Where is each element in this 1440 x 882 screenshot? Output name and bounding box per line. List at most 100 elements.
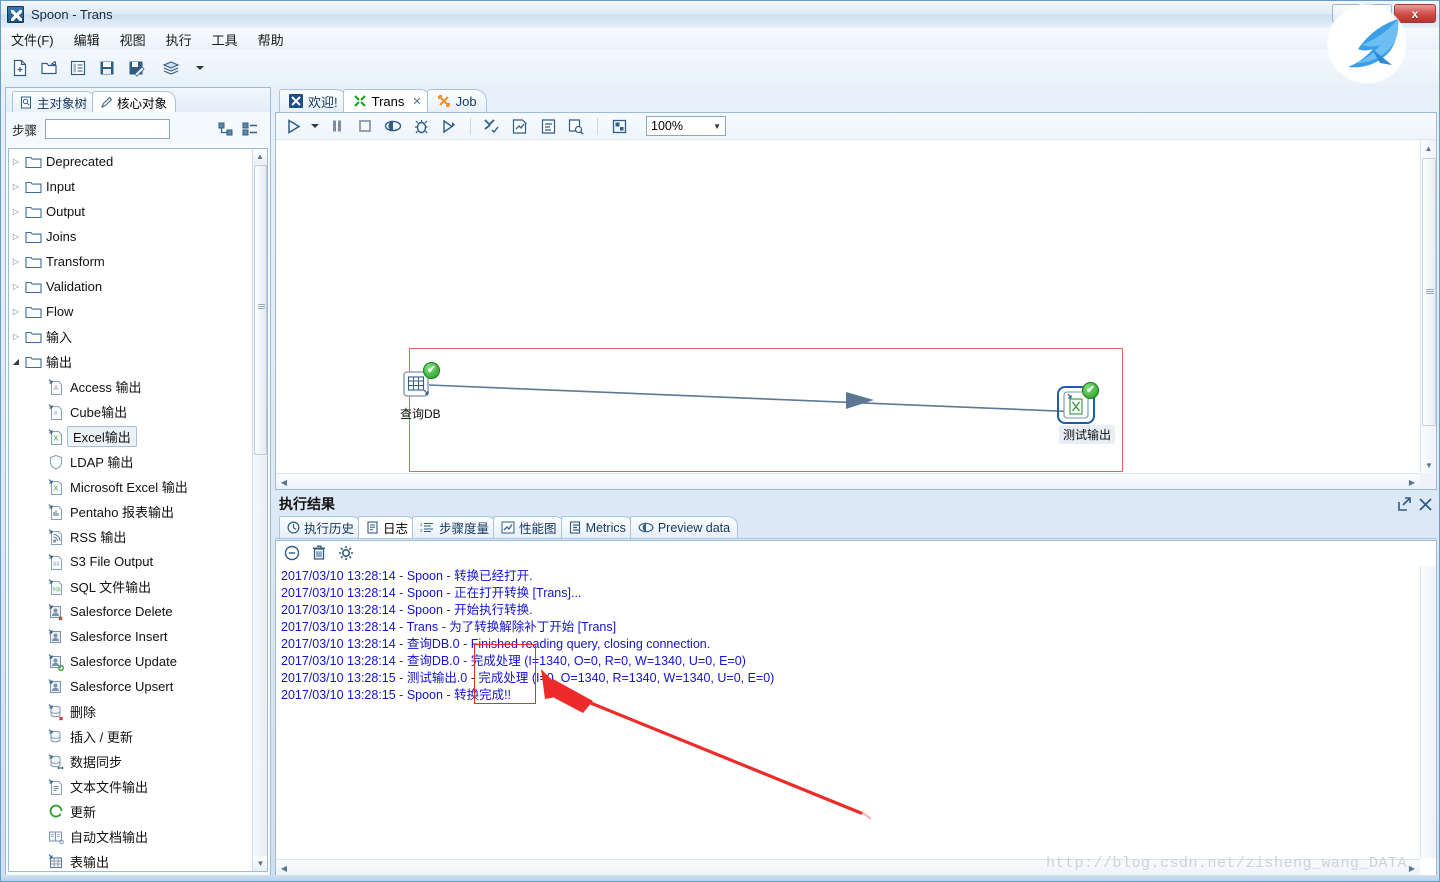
sql-button[interactable] bbox=[537, 115, 559, 137]
tree-folder-flow[interactable]: ▷ Flow bbox=[9, 299, 252, 324]
scroll-up-arrow-icon[interactable]: ▲ bbox=[253, 149, 267, 164]
tree-step-item[interactable]: Salesforce Update bbox=[9, 649, 252, 674]
explore-db-button[interactable] bbox=[565, 115, 587, 137]
tree-step-item[interactable]: 自动文档输出 bbox=[9, 824, 252, 849]
tree-step-item[interactable]: # Cube输出 bbox=[9, 399, 252, 424]
menu-run[interactable]: 执行 bbox=[166, 30, 192, 49]
tab-step-metrics[interactable]: 12 步骤度量 bbox=[412, 516, 498, 538]
tab-preview-data[interactable]: Preview data bbox=[629, 516, 739, 538]
chevron-down-icon[interactable]: ◢ bbox=[9, 357, 23, 366]
tab-execution-history[interactable]: 执行历史 bbox=[279, 516, 363, 538]
save-icon[interactable] bbox=[96, 57, 118, 79]
open-file-icon[interactable] bbox=[38, 57, 60, 79]
tree-folder-transform[interactable]: ▷ Transform bbox=[9, 249, 252, 274]
tree-step-item[interactable]: 数据同步 bbox=[9, 749, 252, 774]
chevron-right-icon[interactable]: ▷ bbox=[9, 257, 23, 266]
tree-folder-输出[interactable]: ◢ 输出 bbox=[9, 349, 252, 374]
tree-scrollbar[interactable]: ▲ ▼ bbox=[252, 149, 267, 871]
menu-edit[interactable]: 编辑 bbox=[74, 30, 100, 49]
tree-step-item[interactable]: 文本文件输出 bbox=[9, 774, 252, 799]
tree-folder-input[interactable]: ▷ Input bbox=[9, 174, 252, 199]
tree-folder-output[interactable]: ▷ Output bbox=[9, 199, 252, 224]
tree-step-item[interactable]: S3 S3 File Output bbox=[9, 549, 252, 574]
menu-view[interactable]: 视图 bbox=[120, 30, 146, 49]
scroll-left-arrow-icon[interactable]: ◀ bbox=[276, 474, 292, 490]
run-button[interactable] bbox=[282, 115, 304, 137]
tree-folder-joins[interactable]: ▷ Joins bbox=[9, 224, 252, 249]
tree-step-item[interactable]: 插入 / 更新 bbox=[9, 724, 252, 749]
tree-step-item[interactable]: SQL SQL 文件输出 bbox=[9, 574, 252, 599]
tree-step-item[interactable]: 删除 bbox=[9, 699, 252, 724]
tree-step-item[interactable]: 更新 bbox=[9, 799, 252, 824]
dropdown-arrow-icon[interactable] bbox=[189, 57, 211, 79]
tree-folder-输入[interactable]: ▷ 输入 bbox=[9, 324, 252, 349]
replay-button[interactable] bbox=[438, 115, 460, 137]
chevron-right-icon[interactable]: ▷ bbox=[9, 207, 23, 216]
maximize-panel-icon[interactable] bbox=[1397, 496, 1412, 512]
tree-scroll-thumb[interactable] bbox=[254, 165, 267, 455]
layers-icon[interactable] bbox=[160, 57, 182, 79]
menu-file[interactable]: 文件(F) bbox=[11, 30, 54, 49]
tree-step-item[interactable]: Salesforce Insert bbox=[9, 624, 252, 649]
chevron-right-icon[interactable]: ▷ bbox=[9, 332, 23, 341]
canvas-v-scroll-thumb[interactable] bbox=[1422, 158, 1436, 426]
tree-folder-validation[interactable]: ▷ Validation bbox=[9, 274, 252, 299]
scroll-down-arrow-icon[interactable]: ▼ bbox=[253, 856, 267, 871]
run-options-dropdown[interactable] bbox=[310, 121, 320, 131]
log-text-area[interactable]: 2017/03/10 13:28:14 - Spoon - 转换已经打开. 201… bbox=[277, 566, 1419, 858]
scroll-right-arrow-icon[interactable]: ▶ bbox=[1404, 474, 1420, 490]
tab-welcome[interactable]: 欢迎! bbox=[279, 89, 348, 112]
chevron-right-icon[interactable]: ▷ bbox=[9, 232, 23, 241]
expand-tree-icon[interactable] bbox=[218, 122, 234, 137]
impact-button[interactable] bbox=[509, 115, 531, 137]
tab-metrics[interactable]: Metrics bbox=[560, 516, 634, 538]
tree-step-item[interactable]: Salesforce Delete bbox=[9, 599, 252, 624]
tree-step-item[interactable]: 表输出 bbox=[9, 849, 252, 871]
new-file-icon[interactable] bbox=[9, 57, 31, 79]
tree-step-item[interactable]: Pentaho 报表输出 bbox=[9, 499, 252, 524]
pause-button[interactable] bbox=[326, 115, 348, 137]
tree-step-item[interactable]: X Microsoft Excel 输出 bbox=[9, 474, 252, 499]
tab-performance-graph[interactable]: 性能图 bbox=[493, 516, 565, 538]
tree-step-item[interactable]: A Access 输出 bbox=[9, 374, 252, 399]
zoom-level-select[interactable]: 100% ▼ bbox=[646, 116, 726, 136]
canvas-horizontal-scrollbar[interactable]: ◀ ▶ bbox=[276, 473, 1420, 489]
tree-step-item[interactable]: LDAP 输出 bbox=[9, 449, 252, 474]
collapse-tree-icon[interactable] bbox=[242, 122, 258, 137]
scroll-down-arrow-icon[interactable]: ▼ bbox=[1421, 457, 1437, 473]
explorer-icon[interactable] bbox=[67, 57, 89, 79]
step-test-output[interactable]: ✔ 测试输出 bbox=[1057, 382, 1116, 444]
debug-button[interactable] bbox=[410, 115, 432, 137]
arrange-button[interactable] bbox=[608, 115, 630, 137]
tree-step-item[interactable]: X Excel输出 bbox=[9, 424, 252, 449]
log-vertical-scrollbar[interactable] bbox=[1420, 566, 1436, 858]
step-query-db[interactable]: ✔ 查询DB bbox=[400, 362, 441, 422]
step-filter-input[interactable] bbox=[45, 119, 171, 139]
menu-tools[interactable]: 工具 bbox=[212, 30, 238, 49]
tab-job[interactable]: Job bbox=[426, 89, 487, 112]
tab-main-object-tree[interactable]: 主对象树 bbox=[12, 91, 97, 112]
save-as-icon[interactable] bbox=[125, 57, 147, 79]
canvas-vertical-scrollbar[interactable]: ▲ ▼ bbox=[1420, 140, 1436, 473]
menu-help[interactable]: 帮助 bbox=[258, 30, 284, 49]
close-panel-icon[interactable] bbox=[1418, 497, 1433, 512]
chevron-right-icon[interactable]: ▷ bbox=[9, 282, 23, 291]
hop-query-db-to-test-output[interactable] bbox=[276, 140, 1421, 489]
tab-log[interactable]: 日志 bbox=[358, 516, 417, 538]
log-settings-button[interactable] bbox=[338, 545, 354, 561]
scroll-up-arrow-icon[interactable]: ▲ bbox=[1421, 140, 1436, 156]
close-icon[interactable]: ✕ bbox=[412, 95, 421, 108]
verify-button[interactable] bbox=[481, 115, 503, 137]
tab-core-objects[interactable]: 核心对象 bbox=[92, 91, 177, 112]
tree-step-item[interactable]: RSS 输出 bbox=[9, 524, 252, 549]
close-button[interactable]: x bbox=[1394, 4, 1436, 23]
tree-step-item[interactable]: Salesforce Upsert bbox=[9, 674, 252, 699]
chevron-right-icon[interactable]: ▷ bbox=[9, 182, 23, 191]
scroll-left-arrow-icon[interactable]: ◀ bbox=[276, 860, 292, 876]
preview-button[interactable] bbox=[382, 115, 404, 137]
stop-button[interactable] bbox=[354, 115, 376, 137]
chevron-right-icon[interactable]: ▷ bbox=[9, 157, 23, 166]
delete-log-button[interactable] bbox=[312, 545, 326, 561]
tab-trans[interactable]: Trans ✕ bbox=[342, 89, 432, 112]
chevron-right-icon[interactable]: ▷ bbox=[9, 307, 23, 316]
